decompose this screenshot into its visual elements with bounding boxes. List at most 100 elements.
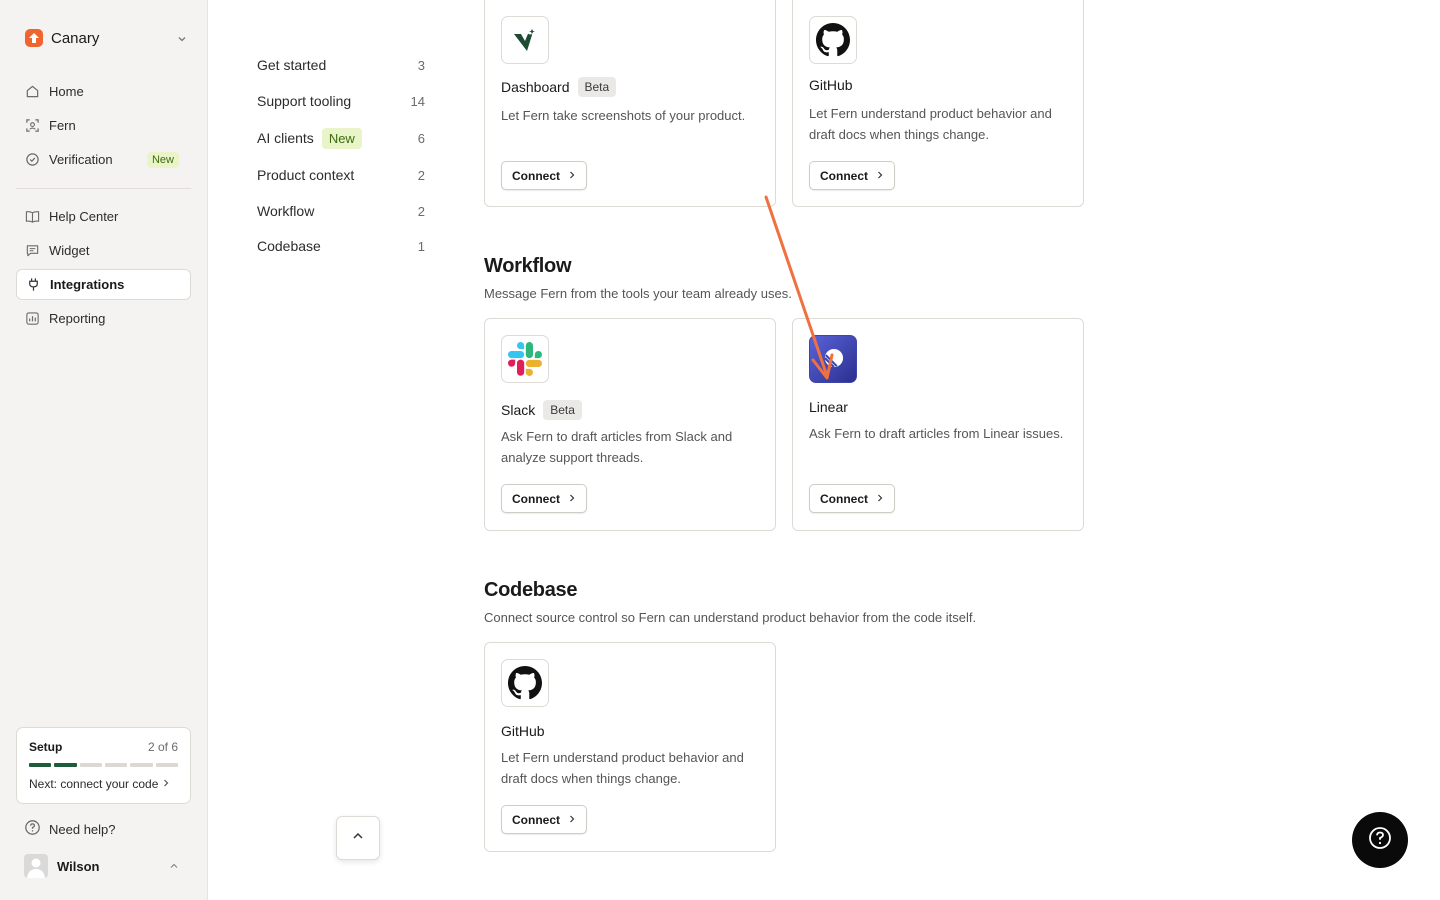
message-square-icon	[24, 242, 41, 259]
connect-label: Connect	[512, 812, 560, 827]
connect-label: Connect	[820, 491, 868, 506]
sidebar-item-label: Verification	[49, 152, 113, 167]
section-title-codebase: Codebase	[484, 579, 578, 601]
plug-icon	[25, 276, 42, 293]
card-title: Slack Beta	[501, 400, 582, 420]
section-desc-workflow: Message Fern from the tools your team al…	[484, 286, 792, 301]
card-description: Let Fern understand product behavior and…	[809, 106, 1052, 142]
chevron-right-icon	[568, 492, 576, 506]
category-get-started[interactable]: Get started 3	[257, 56, 425, 74]
chevron-right-icon	[876, 169, 884, 183]
category-ai-clients[interactable]: AI clients New 6	[257, 126, 425, 150]
connect-button[interactable]: Connect	[501, 161, 587, 190]
card-title: Dashboard Beta	[501, 77, 617, 97]
category-label: Workflow	[257, 203, 315, 219]
integration-card-slack: Slack Beta Ask Fern to draft articles fr…	[484, 318, 776, 531]
beta-badge: Beta	[543, 400, 582, 420]
connect-label: Connect	[512, 491, 560, 506]
category-workflow[interactable]: Workflow 2	[257, 202, 425, 220]
sidebar-item-reporting[interactable]: Reporting	[16, 303, 191, 334]
sidebar-item-widget[interactable]: Widget	[16, 235, 191, 266]
setup-progress-card[interactable]: Setup 2 of 6 Next: connect your code	[16, 727, 191, 804]
category-label: Get started	[257, 57, 327, 73]
card-description: Ask Fern to draft articles from Linear i…	[809, 426, 1064, 441]
connect-button[interactable]: Connect	[501, 484, 587, 513]
sidebar-item-verification[interactable]: Verification New	[16, 144, 191, 175]
help-circle-icon	[24, 819, 41, 839]
scan-face-icon	[24, 117, 41, 134]
canary-logo-icon	[25, 29, 43, 47]
integration-card-github: GitHub Let Fern understand product behav…	[792, 0, 1084, 207]
setup-next-link[interactable]: Next: connect your code	[29, 777, 178, 791]
sidebar-item-fern[interactable]: Fern	[16, 110, 191, 141]
connect-button[interactable]: Connect	[809, 484, 895, 513]
github-logo-icon	[501, 659, 549, 707]
section-desc-codebase: Connect source control so Fern can under…	[484, 610, 977, 625]
sidebar-item-label: Fern	[49, 118, 76, 133]
category-count: 6	[417, 130, 425, 146]
user-name: Wilson	[57, 858, 100, 874]
progress-segment	[79, 763, 102, 767]
chart-icon	[24, 310, 41, 327]
chevron-right-icon	[162, 777, 170, 791]
sidebar-item-label: Home	[49, 84, 84, 99]
setup-progress-bar	[29, 763, 178, 767]
setup-title: Setup	[29, 740, 63, 754]
setup-next-label: Next: connect your code	[29, 777, 159, 791]
check-circle-icon	[24, 151, 41, 168]
new-badge: New	[146, 151, 179, 168]
home-icon	[24, 83, 41, 100]
integration-card-linear: Linear Ask Fern to draft articles from L…	[792, 318, 1084, 531]
sidebar-item-label: Widget	[49, 243, 90, 258]
dashboard-logo-icon	[501, 16, 549, 64]
sidebar-item-home[interactable]: Home	[16, 76, 191, 107]
need-help-link[interactable]: Need help?	[24, 819, 116, 839]
sidebar-item-integrations[interactable]: Integrations	[16, 269, 191, 300]
book-open-icon	[24, 208, 41, 225]
category-count: 3	[417, 57, 425, 73]
sidebar-item-label: Reporting	[49, 311, 106, 326]
card-description: Ask Fern to draft articles from Slack an…	[501, 429, 733, 465]
connect-button[interactable]: Connect	[501, 805, 587, 834]
card-description: Let Fern take screenshots of your produc…	[501, 108, 746, 123]
user-menu[interactable]: Wilson	[24, 854, 184, 878]
progress-segment	[155, 763, 178, 767]
card-title-text: Slack	[501, 402, 536, 418]
workspace-switcher[interactable]: Canary	[16, 22, 192, 54]
sidebar-item-help-center[interactable]: Help Center	[16, 201, 191, 232]
scroll-to-top-button[interactable]	[336, 816, 380, 860]
category-label: Support tooling	[257, 93, 352, 109]
chevron-up-icon	[168, 860, 180, 875]
integration-card-github-codebase: GitHub Let Fern understand product behav…	[484, 642, 776, 852]
beta-badge: Beta	[577, 77, 617, 97]
workspace-name: Canary	[51, 29, 100, 47]
card-title: GitHub	[501, 723, 545, 739]
chevron-right-icon	[568, 813, 576, 827]
category-count: 2	[417, 203, 425, 219]
category-codebase[interactable]: Codebase 1	[257, 237, 425, 255]
progress-segment	[29, 763, 52, 767]
category-product-context[interactable]: Product context 2	[257, 166, 425, 184]
chevron-up-icon	[351, 829, 365, 848]
sidebar-item-label: Help Center	[49, 209, 119, 224]
category-support-tooling[interactable]: Support tooling 14	[257, 92, 425, 110]
integration-card-dashboard: Dashboard Beta Let Fern take screenshots…	[484, 0, 776, 207]
category-count: 2	[417, 167, 425, 183]
category-label: Product context	[257, 167, 355, 183]
card-title: GitHub	[809, 77, 853, 93]
connect-label: Connect	[512, 168, 560, 183]
slack-logo-icon	[501, 335, 549, 383]
card-title-text: Dashboard	[501, 79, 570, 95]
chevron-right-icon	[876, 492, 884, 506]
category-label: Codebase	[257, 238, 321, 254]
help-chat-button[interactable]	[1352, 812, 1408, 868]
github-logo-icon	[809, 16, 857, 64]
chevron-right-icon	[568, 169, 576, 183]
connect-button[interactable]: Connect	[809, 161, 895, 190]
progress-segment	[54, 763, 77, 767]
category-count: 1	[417, 238, 425, 254]
sidebar: Canary Home Fern Verification New Help C…	[0, 0, 208, 900]
need-help-label: Need help?	[49, 821, 116, 837]
progress-segment	[104, 763, 128, 767]
connect-label: Connect	[820, 168, 868, 183]
